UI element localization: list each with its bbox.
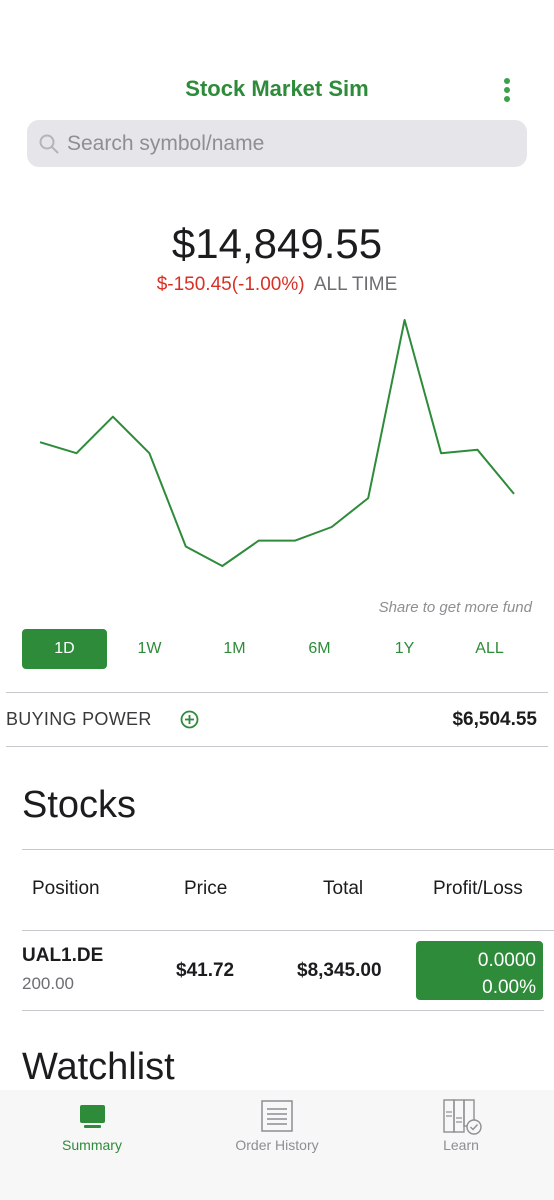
bottom-tab-bar: Summary Order History Learn [0,1090,554,1200]
stocks-title: Stocks [22,784,137,826]
stock-symbol: UAL1.DE [22,945,104,966]
monitor-icon [80,1105,105,1128]
list-icon [261,1100,293,1132]
search-input[interactable] [67,120,517,167]
search-bar[interactable] [27,120,527,167]
portfolio-change: $-150.45(-1.00%) ALL TIME [0,274,554,296]
change-value: $-150.45(-1.00%) [156,274,305,295]
range-tab-1w[interactable]: 1W [107,629,192,669]
stock-total: $8,345.00 [297,960,382,981]
share-note[interactable]: Share to get more fund [0,599,532,616]
column-header-profit-loss: Profit/Loss [433,878,523,899]
divider [22,930,554,931]
profit-loss-value: 0.0000 [477,950,536,971]
more-menu-icon[interactable] [500,78,514,102]
tab-order-history[interactable]: Order History [185,1090,369,1160]
range-tabs: 1D 1W 1M 6M 1Y ALL [22,629,532,669]
column-header-position: Position [32,878,100,899]
divider [6,746,548,747]
portfolio-balance: $14,849.55 [171,220,383,267]
divider [22,1010,544,1011]
tab-learn[interactable]: Learn [369,1090,553,1160]
add-funds-icon[interactable] [180,710,199,729]
app-title: Stock Market Sim [185,76,369,101]
range-tab-all[interactable]: ALL [447,629,532,669]
search-icon [39,134,59,154]
series-line [39,319,515,567]
buying-power-value: $6,504.55 [452,709,537,730]
books-icon [443,1099,482,1135]
profit-loss-badge: 0.0000 0.00% [416,941,543,1000]
column-header-total: Total [323,878,364,899]
stock-shares: 200.00 [22,974,74,993]
tab-label: Learn [443,1137,479,1153]
change-period: ALL TIME [313,274,398,295]
range-tab-1m[interactable]: 1M [192,629,277,669]
divider [6,692,548,693]
buying-power-label: BUYING POWER [6,709,152,729]
range-tab-6m[interactable]: 6M [277,629,362,669]
tab-label: Summary [62,1137,122,1153]
divider [22,849,554,850]
range-tab-1d[interactable]: 1D [22,629,107,669]
portfolio-line-chart [39,319,515,567]
stock-price: $41.72 [176,960,235,981]
tab-summary[interactable]: Summary [0,1090,184,1160]
watchlist-title: Watchlist [22,1046,175,1088]
tab-label: Order History [235,1137,319,1153]
profit-loss-percent: 0.00% [482,977,536,998]
column-header-price: Price [184,878,228,899]
app-header: Stock Market Sim [0,0,554,115]
range-tab-1y[interactable]: 1Y [362,629,447,669]
